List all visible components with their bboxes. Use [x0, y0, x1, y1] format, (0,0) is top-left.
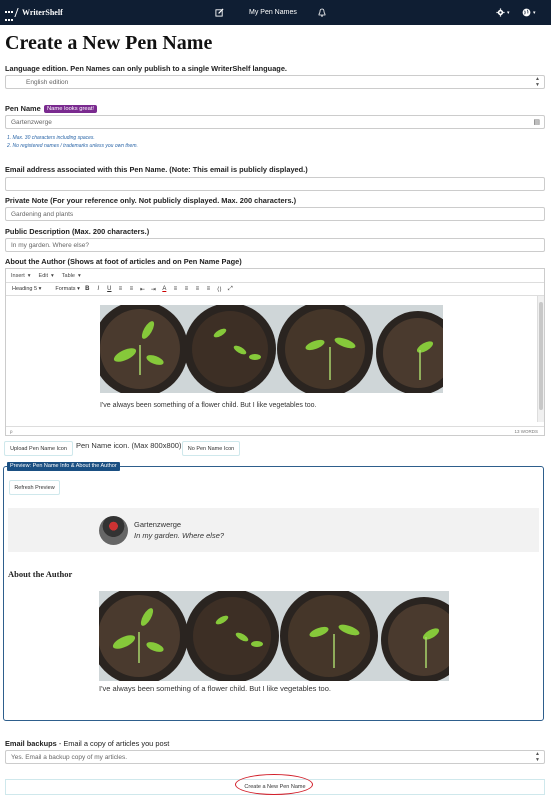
- editor-scrollbar[interactable]: [537, 296, 544, 422]
- edit-icon[interactable]: [215, 0, 224, 25]
- indent-button[interactable]: ⇥: [150, 286, 157, 293]
- chevron-down-icon: ▲ ▼: [535, 76, 540, 88]
- preview-about-text: I've always been something of a flower c…: [99, 684, 331, 693]
- private-note-label: Private Note (For your reference only. N…: [5, 196, 297, 205]
- rich-text-editor[interactable]: Insert ▾ Edit ▾ Table ▾ Heading 5 ▾ Formats…: [5, 268, 545, 436]
- align-right-button[interactable]: ≡: [194, 286, 201, 292]
- language-value: English edition: [26, 78, 69, 86]
- seedlings-image[interactable]: [92, 301, 460, 397]
- apps-grid-icon[interactable]: [5, 8, 14, 33]
- public-description-label: Public Description (Max. 200 characters.…: [5, 227, 150, 236]
- contact-card-icon: ▤: [533, 119, 540, 126]
- block-format-select[interactable]: Heading 5 ▾: [12, 286, 41, 292]
- align-justify-button[interactable]: ≡: [205, 286, 212, 292]
- editor-statusbar: p 13 WORDS: [6, 426, 544, 435]
- email-label: Email address associated with this Pen N…: [5, 165, 308, 174]
- align-center-button[interactable]: ≡: [183, 286, 190, 292]
- bell-icon[interactable]: [318, 0, 326, 25]
- source-code-button[interactable]: ⟨⟩: [216, 286, 223, 293]
- about-author-content[interactable]: I've always been something of a flower c…: [100, 402, 317, 409]
- numbered-list-button[interactable]: ≡: [128, 286, 135, 292]
- preview-about-heading: About the Author: [8, 569, 73, 579]
- my-pen-names-link[interactable]: My Pen Names: [249, 0, 297, 25]
- gear-icon: [496, 8, 505, 17]
- formats-menu[interactable]: Formats ▾: [55, 286, 79, 292]
- no-icon-button[interactable]: No Pen Name Icon: [182, 441, 240, 456]
- feather-icon: [14, 8, 22, 17]
- menu-insert[interactable]: Insert: [11, 273, 25, 279]
- menu-edit[interactable]: Edit: [39, 273, 48, 279]
- preview-pen-name: Gartenzwerge: [134, 520, 182, 529]
- italic-button[interactable]: I: [95, 286, 102, 292]
- text-color-button[interactable]: A: [161, 286, 168, 292]
- underline-button[interactable]: U: [106, 286, 113, 292]
- bullet-list-button[interactable]: ≡: [117, 286, 124, 292]
- icon-note: Pen Name icon. (Max 800x800): [76, 441, 182, 450]
- bold-button[interactable]: B: [84, 286, 91, 292]
- settings-menu[interactable]: ▾: [496, 0, 510, 25]
- align-left-button[interactable]: ≡: [172, 286, 179, 292]
- preview-description: In my garden. Where else?: [134, 531, 225, 540]
- editor-menubar: Insert ▾ Edit ▾ Table ▾: [6, 269, 544, 283]
- chevron-down-icon: ▲ ▼: [535, 751, 540, 763]
- private-note-value: Gardening and plants: [11, 210, 74, 218]
- highlight-circle: [235, 774, 313, 795]
- public-description-value: In my garden. Where else?: [11, 241, 90, 249]
- private-note-input[interactable]: Gardening and plants: [5, 207, 545, 221]
- pen-name-value: Gartenzwerge: [11, 118, 52, 126]
- language-select[interactable]: English edition ▲ ▼: [5, 75, 545, 89]
- refresh-preview-button[interactable]: Refresh Preview: [9, 480, 60, 495]
- menu-table[interactable]: Table: [62, 273, 75, 279]
- pen-name-input[interactable]: Gartenzwerge ▤: [5, 115, 545, 129]
- brand-name: WriterShelf: [22, 8, 63, 17]
- writershelf-logo[interactable]: WriterShelf: [14, 0, 63, 25]
- page-title: Create a New Pen Name: [5, 32, 213, 54]
- pen-name-hint-1: 1. Max. 30 characters including spaces.: [7, 135, 95, 141]
- chevron-down-icon: ▾: [533, 9, 536, 16]
- globe-icon: [522, 8, 531, 17]
- preview-tab: Preview: Pen Name Info & About the Autho…: [7, 462, 120, 471]
- language-label: Language edition. Pen Names can only pub…: [5, 64, 287, 73]
- preview-seedlings-image: [90, 587, 467, 685]
- about-author-label: About the Author (Shows at foot of artic…: [5, 257, 242, 266]
- email-backups-title: Email backups: [5, 739, 57, 748]
- chevron-down-icon: ▾: [507, 9, 510, 16]
- email-backups-label: Email backups - Email a copy of articles…: [5, 739, 169, 748]
- pen-name-hint-2: 2. No registered names / trademarks unle…: [7, 143, 138, 149]
- language-menu[interactable]: ▾: [522, 0, 536, 25]
- element-path: p: [10, 429, 13, 434]
- fullscreen-button[interactable]: ⤢: [227, 286, 234, 293]
- avatar: [99, 516, 128, 545]
- pen-name-label: Pen Name: [5, 104, 41, 113]
- upload-icon-button[interactable]: Upload Pen Name Icon: [4, 441, 73, 456]
- word-count: 13 WORDS: [514, 429, 538, 434]
- profile-card: [8, 508, 539, 552]
- name-valid-badge: Name looks great!: [44, 105, 98, 113]
- editor-toolbar: Heading 5 ▾ Formats ▾ B I U ≡ ≡ ⇤ ⇥ A ≡ …: [6, 283, 544, 296]
- email-backups-value: Yes. Email a backup copy of my articles.: [11, 753, 128, 761]
- public-description-input[interactable]: In my garden. Where else?: [5, 238, 545, 252]
- email-backups-select[interactable]: Yes. Email a backup copy of my articles.…: [5, 750, 545, 764]
- top-navbar: WriterShelf My Pen Names ▾ ▾: [0, 0, 551, 31]
- email-backups-sublabel: - Email a copy of articles you post: [56, 739, 170, 748]
- email-input[interactable]: [5, 177, 545, 191]
- outdent-button[interactable]: ⇤: [139, 286, 146, 293]
